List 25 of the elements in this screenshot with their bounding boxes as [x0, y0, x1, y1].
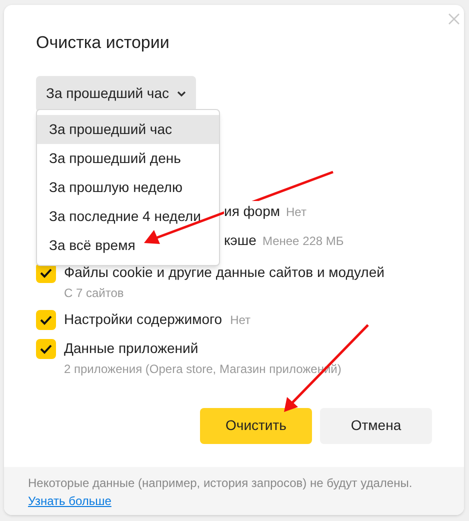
item-detail: Менее 228 МБ	[262, 232, 344, 250]
menu-item[interactable]: За прошлую неделю	[37, 173, 219, 202]
checkbox[interactable]	[36, 338, 56, 358]
item-subtitle: С 7 сайтов	[63, 284, 125, 302]
item-label: Настройки содержимого	[64, 310, 222, 329]
item-label: ия форм	[224, 201, 280, 222]
item-detail: Нет	[230, 312, 251, 328]
chevron-down-icon	[177, 90, 186, 96]
period-select[interactable]: За прошедший час	[36, 76, 196, 112]
dialog-title: Очистка истории	[36, 32, 170, 54]
menu-item[interactable]: За последние 4 недели	[37, 202, 219, 231]
footer-note: Некоторые данные (например, история запросов) не будут удалены.	[28, 475, 414, 492]
check-icon	[40, 344, 52, 354]
checkbox[interactable]	[36, 310, 56, 330]
item-label: Данные приложений	[64, 339, 198, 358]
learn-more-link[interactable]: Узнать больше	[28, 492, 112, 510]
item-label: Файлы cookie и другие данные сайтов и модулей	[64, 263, 384, 282]
check-icon	[40, 314, 52, 324]
clear-button[interactable]: Очистить	[200, 408, 312, 444]
menu-item[interactable]: За прошедший час	[37, 115, 219, 144]
check-icon	[40, 268, 52, 278]
cancel-button[interactable]: Отмена	[320, 408, 432, 444]
item-detail: Нет	[286, 204, 306, 220]
menu-item[interactable]: За всё время	[37, 231, 219, 260]
menu-item[interactable]: За прошедший день	[37, 144, 219, 173]
